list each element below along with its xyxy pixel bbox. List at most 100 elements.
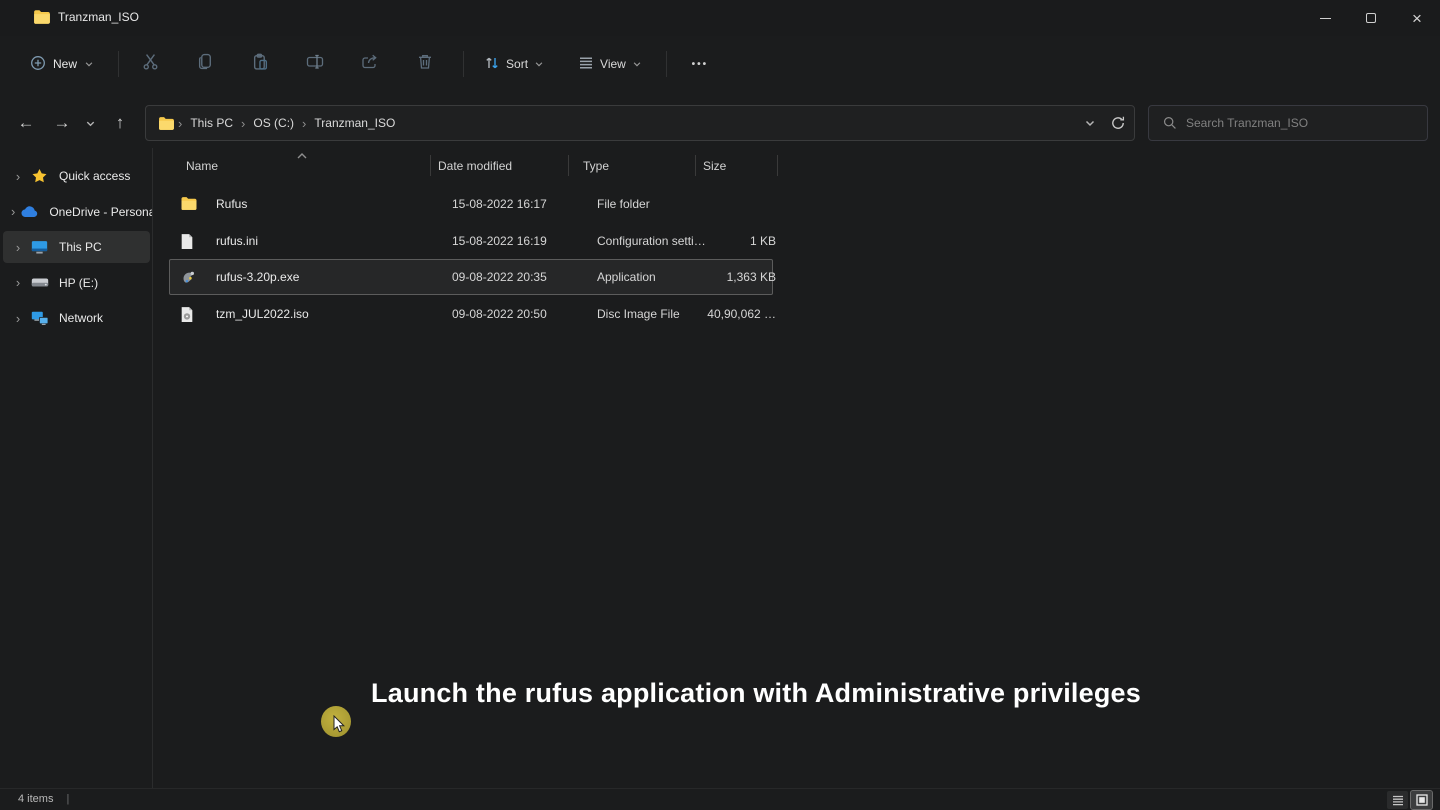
rename-button[interactable] xyxy=(296,47,334,81)
view-lines-icon xyxy=(578,55,594,74)
see-more-button[interactable]: ••• xyxy=(681,47,719,81)
breadcrumb-item[interactable]: This PC xyxy=(185,112,238,134)
cell-name: rufus.ini xyxy=(216,234,258,248)
file-explorer-window: Tranzman_ISO × New xyxy=(0,0,1440,810)
address-dropdown-chevron-icon[interactable] xyxy=(1084,117,1096,129)
drive-icon xyxy=(31,275,49,291)
caption-text: Launch the rufus application with Admini… xyxy=(36,678,1440,709)
search-box[interactable] xyxy=(1148,105,1428,141)
exe-file-icon xyxy=(180,269,197,286)
chevron-right-icon[interactable]: › xyxy=(11,240,25,255)
search-input[interactable] xyxy=(1186,116,1416,130)
minimize-button[interactable] xyxy=(1302,0,1348,36)
column-header-size[interactable]: Size xyxy=(703,159,726,173)
folder-file-icon xyxy=(180,196,197,213)
cell-size: 1,363 KB xyxy=(650,270,776,284)
scissors-icon xyxy=(142,53,159,75)
maximize-icon xyxy=(1366,13,1376,23)
column-separator[interactable] xyxy=(568,155,569,176)
minimize-icon xyxy=(1320,18,1331,19)
copy-button[interactable] xyxy=(186,47,224,81)
cell-name: Rufus xyxy=(216,197,247,211)
details-view-button[interactable] xyxy=(1387,791,1408,809)
back-button[interactable]: ← xyxy=(10,107,42,139)
cell-date: 15-08-2022 16:17 xyxy=(452,197,547,211)
toolbar-separator xyxy=(118,51,119,77)
file-row[interactable]: tzm_JUL2022.iso09-08-2022 20:50Disc Imag… xyxy=(169,296,773,332)
star-icon xyxy=(31,168,49,184)
large-icons-view-icon xyxy=(1416,794,1428,806)
paste-icon xyxy=(252,53,269,75)
share-button[interactable] xyxy=(351,47,389,81)
breadcrumb-item[interactable]: Tranzman_ISO xyxy=(309,112,400,134)
title-bar: Tranzman_ISO × xyxy=(0,0,1440,36)
address-bar[interactable]: ›This PC›OS (C:)›Tranzman_ISO xyxy=(145,105,1135,141)
column-separator[interactable] xyxy=(695,155,696,176)
ellipsis-icon: ••• xyxy=(692,59,709,70)
breadcrumb: ›This PC›OS (C:)›Tranzman_ISO xyxy=(175,112,400,134)
chevron-down-icon xyxy=(85,118,96,129)
up-button[interactable]: ↑ xyxy=(104,107,136,139)
chevron-right-icon[interactable]: › xyxy=(11,204,15,219)
chevron-down-icon xyxy=(632,59,642,69)
new-button[interactable]: New xyxy=(20,49,104,80)
breadcrumb-item[interactable]: OS (C:) xyxy=(248,112,299,134)
chevron-right-icon[interactable]: › xyxy=(11,311,25,326)
column-header-type[interactable]: Type xyxy=(583,159,609,173)
monitor-icon xyxy=(31,239,49,255)
details-view-icon xyxy=(1392,795,1404,806)
cell-date: 09-08-2022 20:35 xyxy=(452,270,547,284)
cloud-icon xyxy=(21,204,39,220)
large-icons-view-button[interactable] xyxy=(1411,791,1432,809)
sidebar-item-this-pc[interactable]: › This PC xyxy=(3,231,150,263)
cell-size: 1 KB xyxy=(650,234,776,248)
view-button[interactable]: View xyxy=(570,49,650,80)
refresh-icon[interactable] xyxy=(1110,115,1126,131)
close-button[interactable]: × xyxy=(1394,0,1440,36)
cell-type: Application xyxy=(597,270,656,284)
item-count: 4 items xyxy=(18,793,53,805)
sidebar-item-label: OneDrive - Persona xyxy=(49,205,155,219)
column-separator[interactable] xyxy=(430,155,431,176)
ini-file-icon xyxy=(180,233,197,250)
sidebar-item-network[interactable]: ›Network xyxy=(3,302,150,334)
rename-icon xyxy=(306,53,324,75)
file-row[interactable]: rufus.ini15-08-2022 16:19Configuration s… xyxy=(169,223,773,259)
sidebar-item-quick-access[interactable]: ›Quick access xyxy=(3,160,150,192)
forward-button[interactable]: → xyxy=(46,107,78,139)
paste-button[interactable] xyxy=(241,47,279,81)
sort-ascending-indicator xyxy=(296,147,308,165)
cell-type: File folder xyxy=(597,197,650,211)
sidebar-item-label: HP (E:) xyxy=(59,276,98,290)
recent-locations-button[interactable] xyxy=(78,107,102,139)
cursor-arrow-icon xyxy=(333,715,346,734)
window-title: Tranzman_ISO xyxy=(58,10,139,24)
column-separator[interactable] xyxy=(777,155,778,176)
chevron-down-icon xyxy=(534,59,544,69)
cell-name: rufus-3.20p.exe xyxy=(216,270,299,284)
column-header-date-modified[interactable]: Date modified xyxy=(438,159,512,173)
navigation-bar: ← → ↑ ›This PC›OS (C:)›Tranzman_ISO xyxy=(0,100,1440,146)
window-controls: × xyxy=(1302,0,1440,36)
sort-button[interactable]: Sort xyxy=(476,49,552,80)
status-divider: | xyxy=(67,793,70,805)
maximize-button[interactable] xyxy=(1348,0,1394,36)
iso-file-icon xyxy=(180,306,197,323)
column-headers: Name Date modified Type Size xyxy=(153,148,1440,182)
cell-size: 40,90,062 … xyxy=(650,307,776,321)
delete-button[interactable] xyxy=(406,47,444,81)
trash-icon xyxy=(417,53,433,75)
mouse-cursor xyxy=(321,706,353,738)
breadcrumb-separator-icon: › xyxy=(175,116,185,131)
sidebar-item-label: This PC xyxy=(59,240,102,254)
sidebar-item-onedrive-persona[interactable]: ›OneDrive - Persona xyxy=(3,196,150,228)
file-row[interactable]: Rufus 15-08-2022 16:17 File folder xyxy=(169,186,773,222)
file-row[interactable]: rufus-3.20p.exe 09-08-2022 20:35 Applicati… xyxy=(169,259,773,295)
chevron-right-icon[interactable]: › xyxy=(11,169,25,184)
cut-button[interactable] xyxy=(131,47,169,81)
column-header-name[interactable]: Name xyxy=(186,159,218,173)
chevron-right-icon[interactable]: › xyxy=(11,275,25,290)
toolbar-separator xyxy=(666,51,667,77)
command-toolbar: New Sort View xyxy=(0,36,1440,92)
sidebar-item-hp-e-[interactable]: › HP (E:) xyxy=(3,267,150,299)
